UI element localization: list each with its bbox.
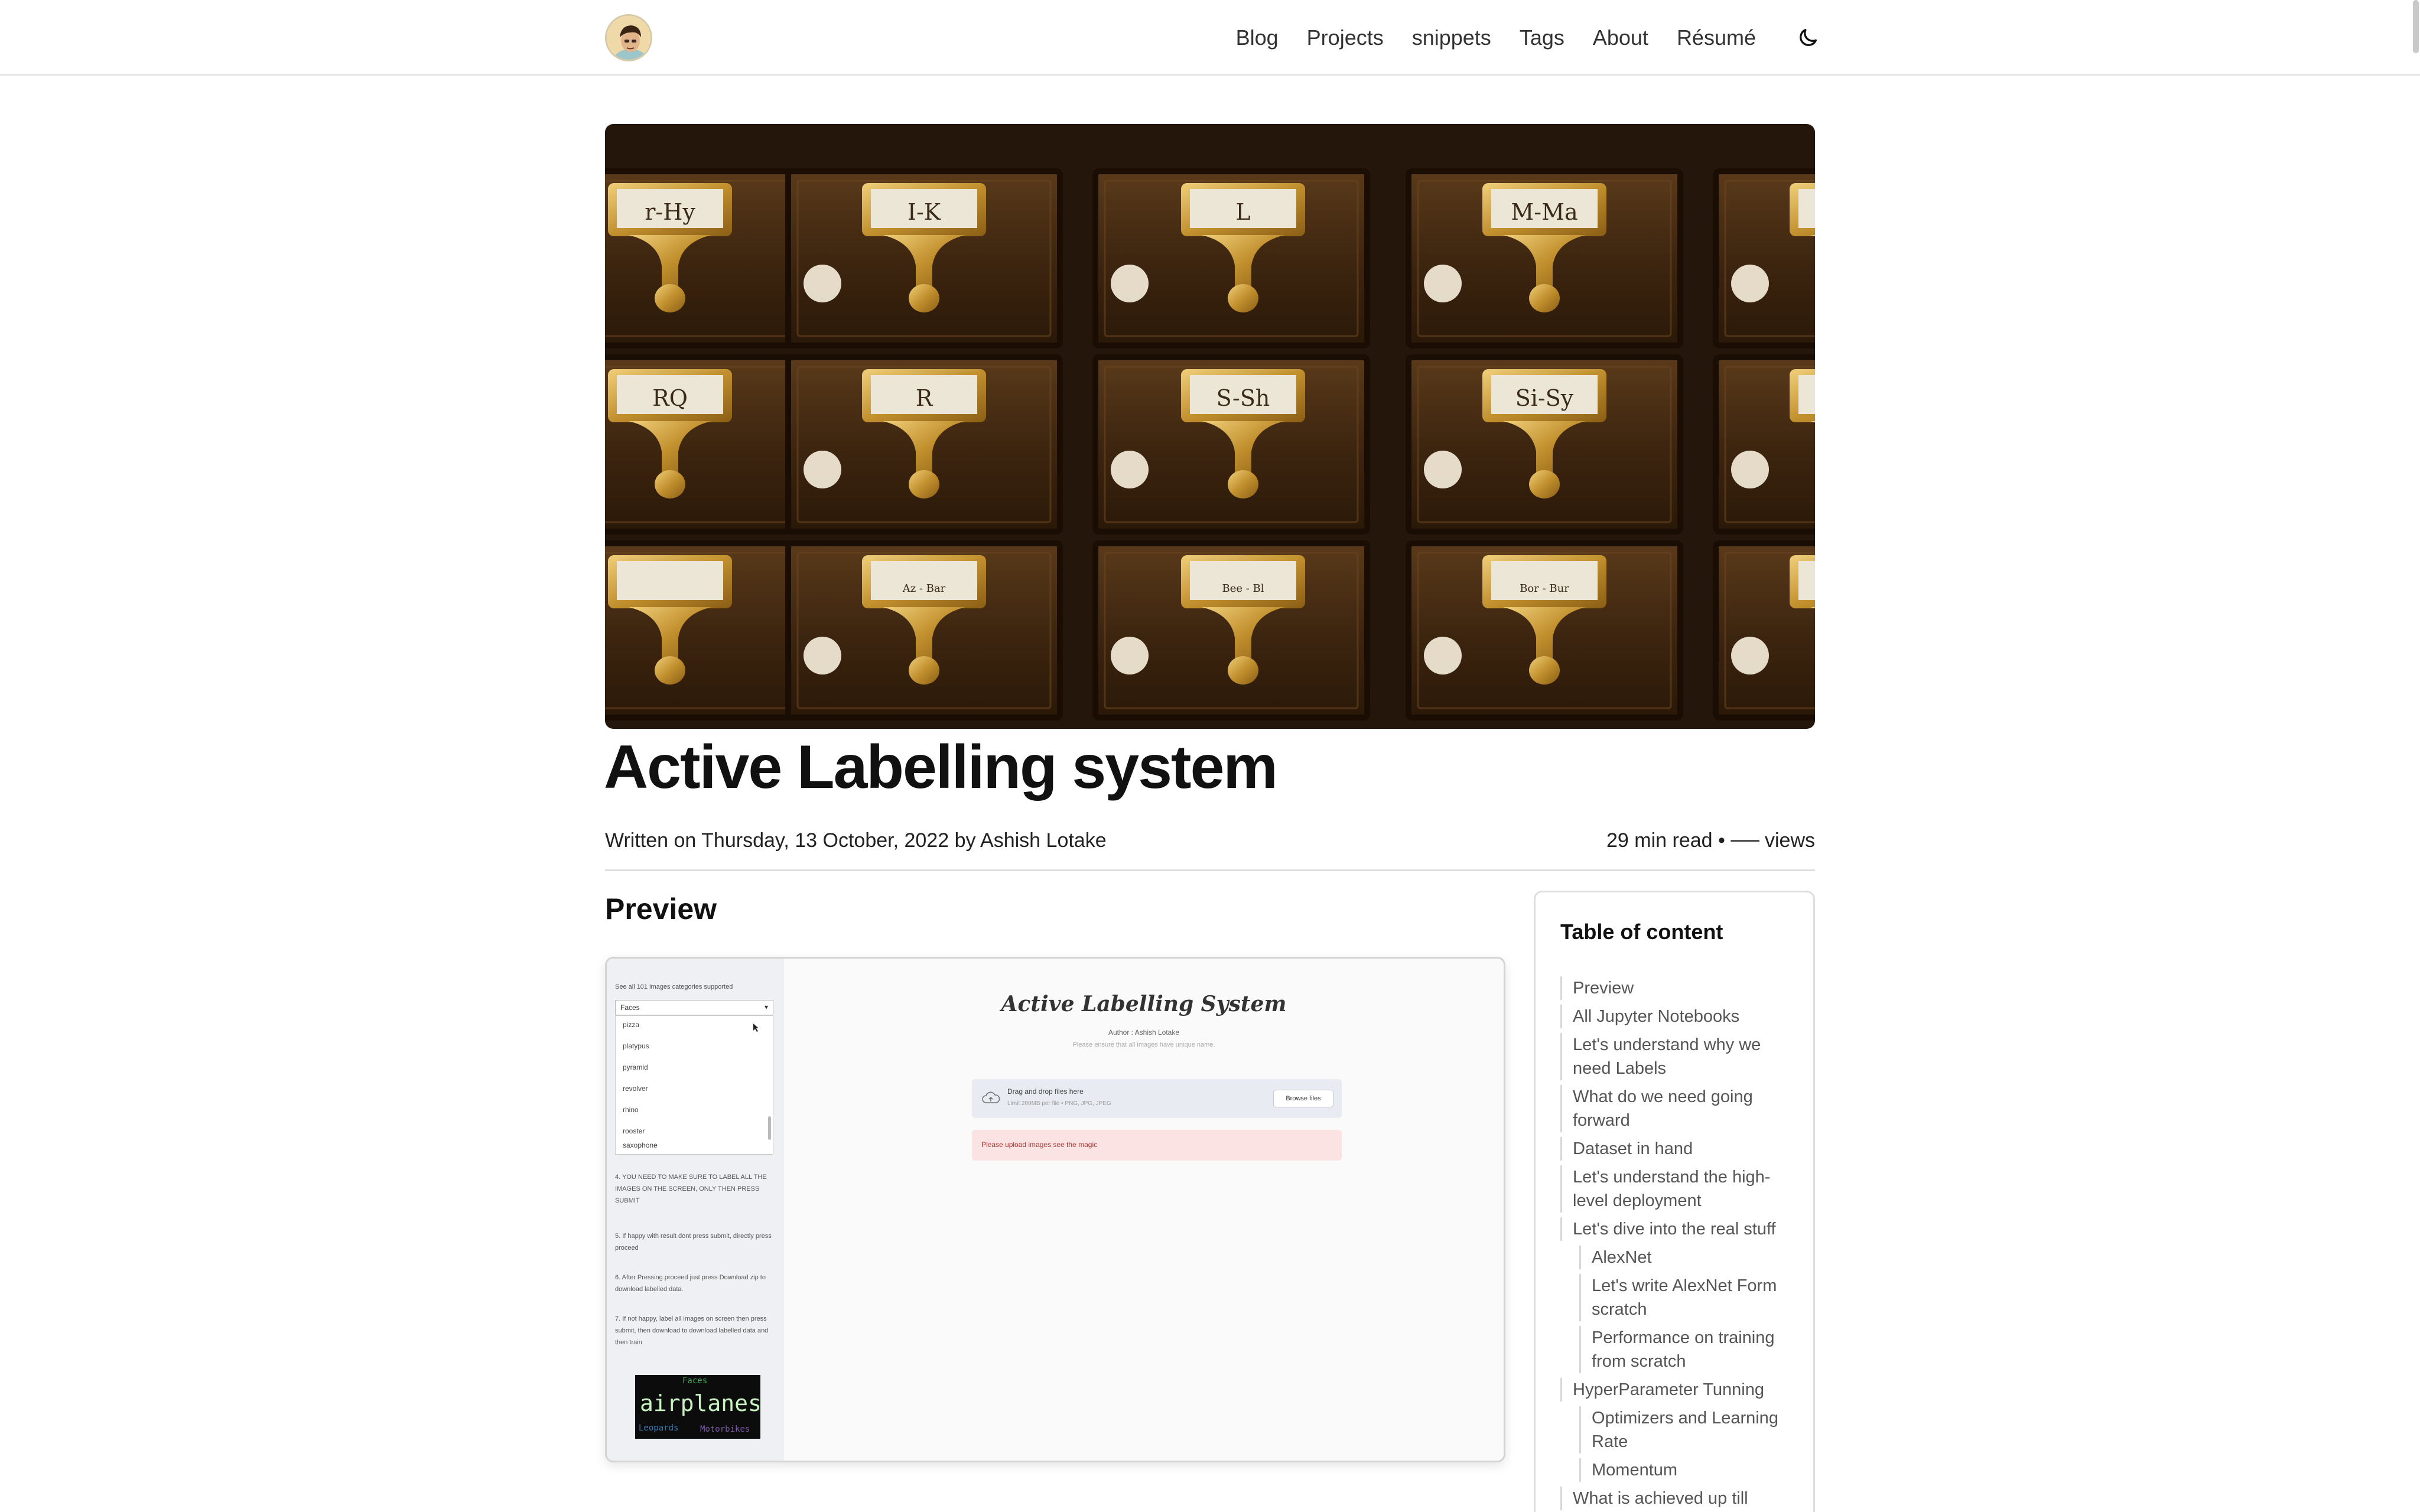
catalog-drawer: M-Ma [1406,168,1683,348]
preview-instruction: 5. If happy with result dont press submi… [615,1233,772,1252]
toc-link[interactable]: Preview [1560,976,1797,1000]
preview-alert: Please upload images see the magic [972,1130,1342,1161]
toc-link[interactable]: Let's understand why we need Labels [1560,1033,1797,1080]
catalog-drawer: I-K [785,168,1063,348]
catalog-drawer: Si-Sy [1406,354,1683,535]
wordcloud-word: Motorbikes [700,1425,750,1434]
preview-upload-title: Drag and drop files here [1007,1087,1084,1096]
cursor-icon [753,1024,759,1032]
drawer-label: R [916,385,933,411]
preview-instruction: 6. After Pressing proceed just press Dow… [615,1274,766,1293]
site-header: Blog Projects snippets Tags About Résumé [0,0,2420,76]
preview-dropdown-item: revolver [623,1084,648,1093]
toc-link[interactable]: All Jupyter Notebooks [1560,1005,1797,1028]
section-heading-preview: Preview [605,892,717,926]
wordcloud-word: Faces [682,1376,708,1386]
page-scrollbar[interactable] [2413,0,2419,53]
toc-link[interactable]: Let's understand the high-level deployme… [1560,1165,1797,1213]
toc-link[interactable]: What do we need going forward [1560,1085,1797,1132]
preview-select-value: Faces [620,1003,640,1012]
preview-browse-files-button: Browse files [1273,1090,1333,1107]
drawer-label: S-Sh [1216,385,1270,411]
drawer-label: Si-Sy [1515,385,1574,411]
nav-link-snippets[interactable]: snippets [1412,25,1491,50]
nav-link-tags[interactable]: Tags [1520,25,1564,50]
nav-link-about[interactable]: About [1593,25,1648,50]
hero-image: r-Hy I-K L M-Ma RQ R S-Sh Si-Sy Az - Bar Bee - Bl… [605,124,1815,729]
preview-file-uploader: Drag and drop files here Limit 200MB per… [972,1079,1342,1118]
preview-dropdown-item: pyramid [623,1063,648,1071]
toc-link[interactable]: AlexNet [1579,1246,1797,1269]
preview-sidebar-header: See all 101 images categories supported [615,983,733,990]
table-of-content: Table of content Preview All Jupyter Note… [1534,891,1815,1512]
toc-link[interactable]: Dataset in hand [1560,1137,1797,1161]
drawer-label: Az - Bar [902,582,946,595]
drawer-label: I-K [908,199,941,225]
catalog-drawer: Az - Bar [785,540,1063,721]
catalog-drawer: Bor - Bur [1406,540,1683,721]
moon-icon [1800,29,1817,46]
post-byline: Written on Thursday, 13 October, 2022 by… [605,829,1107,852]
preview-dropdown-item: rhino [623,1106,639,1114]
toc-list: Preview All Jupyter Notebooks Let's unders… [1560,976,1797,1512]
avatar-illustration [607,16,650,60]
preview-app-sidebar: See all 101 images categories supported … [607,959,784,1461]
nav-link-blog[interactable]: Blog [1236,25,1279,50]
catalog-drawer [1713,354,1815,535]
toc-link[interactable]: What is achieved up till [1560,1487,1797,1510]
preview-wordcloud: Faces airplanes Leopards Motorbikes [635,1375,760,1439]
toc-link[interactable]: Let's dive into the real stuff [1560,1217,1797,1241]
preview-dropdown-scrollbar [768,1116,771,1140]
chevron-down-icon: ▾ [764,1003,768,1011]
toc-title: Table of content [1560,920,1723,944]
preview-screenshot: See all 101 images categories supported … [605,957,1505,1462]
catalog-drawer [605,540,809,721]
preview-instruction: 7. If not happy, label all images on scr… [615,1315,769,1346]
catalog-drawer [1713,168,1815,348]
nav-link-resume[interactable]: Résumé [1677,25,1756,50]
card-catalog-drawers-photo: r-Hy I-K L M-Ma RQ R S-Sh Si-Sy Az - Bar Bee - Bl… [605,124,1815,729]
catalog-drawer: RQ [605,354,809,535]
catalog-drawer: L [1092,168,1370,348]
preview-app-author: Author : Ashish Lotake [1108,1028,1180,1037]
preview-category-dropdown: pizza platypus pyramid revolver rhino ro… [615,1015,773,1155]
toc-link[interactable]: Momentum [1579,1458,1797,1482]
toc-link[interactable]: HyperParameter Tunning [1560,1378,1797,1402]
catalog-drawer: r-Hy [605,168,809,348]
drawer-label: Bor - Bur [1520,582,1569,595]
toc-link[interactable]: Performance on training from scratch [1579,1326,1797,1373]
preview-app-note: Please ensure that all images have uniqu… [1072,1041,1215,1048]
catalog-drawer [1713,540,1815,721]
drawer-label: Bee - Bl [1222,582,1264,595]
preview-dropdown-item: pizza [623,1021,640,1029]
catalog-drawer: Bee - Bl [1092,540,1370,721]
catalog-drawer: S-Sh [1092,354,1370,535]
catalog-drawer: R [785,354,1063,535]
preview-app-title: Active Labelling System [1001,992,1287,1016]
wordcloud-word-main: airplanes [640,1390,760,1416]
post-title: Active Labelling system [604,733,1278,801]
title-divider [605,869,1815,871]
cloud-upload-icon [982,1091,1000,1103]
drawer-label: M-Ma [1511,199,1577,225]
drawer-label: r-Hy [645,199,695,225]
nav-link-projects[interactable]: Projects [1307,25,1384,50]
preview-dropdown-item: platypus [623,1042,649,1050]
post-read-time-views: 29 min read • ── views [1606,829,1815,852]
preview-dropdown-item: rooster [623,1127,645,1135]
avatar[interactable] [605,14,652,61]
preview-dropdown-item: saxophone [623,1141,658,1149]
preview-category-select: Faces ▾ [615,1000,773,1015]
theme-toggle-button[interactable] [1790,20,1826,56]
drawer-label: L [1235,199,1250,225]
main-nav: Blog Projects snippets Tags About Résumé [1236,18,1826,58]
toc-link[interactable]: Let's write AlexNet Form scratch [1579,1274,1797,1321]
toc-link[interactable]: Optimizers and Learning Rate [1579,1406,1797,1454]
preview-instruction: 4. YOU NEED TO MAKE SURE TO LABEL ALL TH… [615,1174,767,1204]
preview-upload-hint: Limit 200MB per file • PNG, JPG, JPEG [1007,1100,1111,1107]
wordcloud-word: Leopards [639,1423,679,1433]
drawer-label: RQ [652,385,688,411]
preview-app-main: Active Labelling System Author : Ashish … [784,959,1504,1461]
